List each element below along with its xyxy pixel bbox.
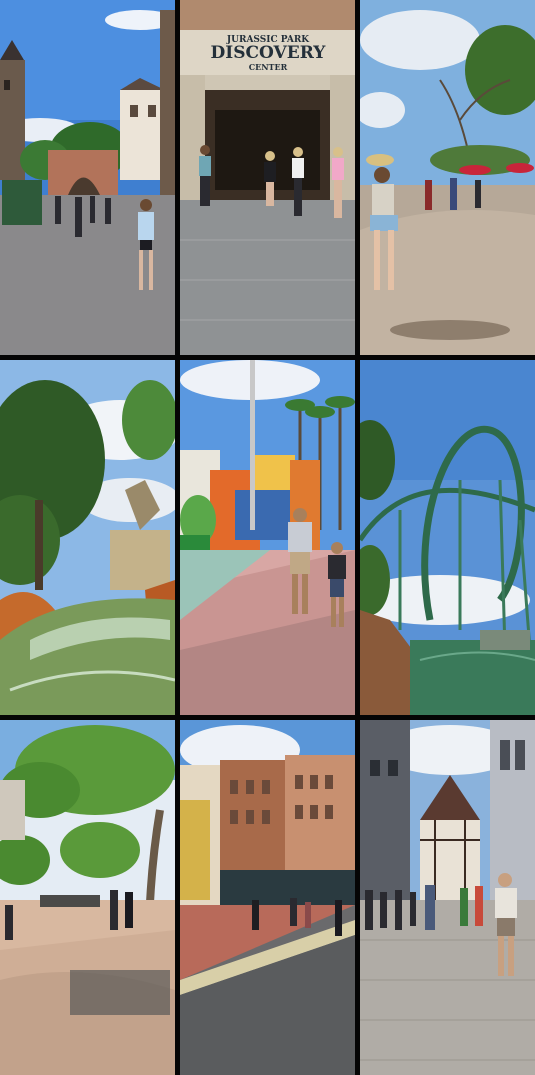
sign-center-text: CENTER (249, 62, 288, 72)
tudor-street-image (360, 720, 535, 1075)
roller-coaster-image (360, 360, 535, 715)
photo-tile-tudor-street (360, 720, 535, 1075)
photo-tile-hogsmeade-street (0, 0, 175, 355)
hogsmeade-street-image (0, 0, 175, 355)
river-rapids-image (0, 360, 175, 715)
photo-tile-toon-lagoon (180, 360, 355, 715)
photo-tile-roller-coaster (360, 360, 535, 715)
toon-lagoon-image (180, 360, 355, 715)
walkway-image (360, 0, 535, 355)
photo-tile-discovery-center: JURASSIC PARK DISCOVERY CENTER (180, 0, 355, 355)
city-street-image (180, 720, 355, 1075)
photo-tile-city-street (180, 720, 355, 1075)
photo-tile-tree-plaza (0, 720, 175, 1075)
tree-plaza-image (0, 720, 175, 1075)
photo-tile-river-rapids (0, 360, 175, 715)
sign-discovery-text: DISCOVERY (211, 43, 327, 63)
discovery-center-image: JURASSIC PARK DISCOVERY CENTER (180, 0, 355, 355)
photo-collage: JURASSIC PARK DISCOVERY CENTER (0, 0, 535, 1075)
photo-tile-walkway (360, 0, 535, 355)
